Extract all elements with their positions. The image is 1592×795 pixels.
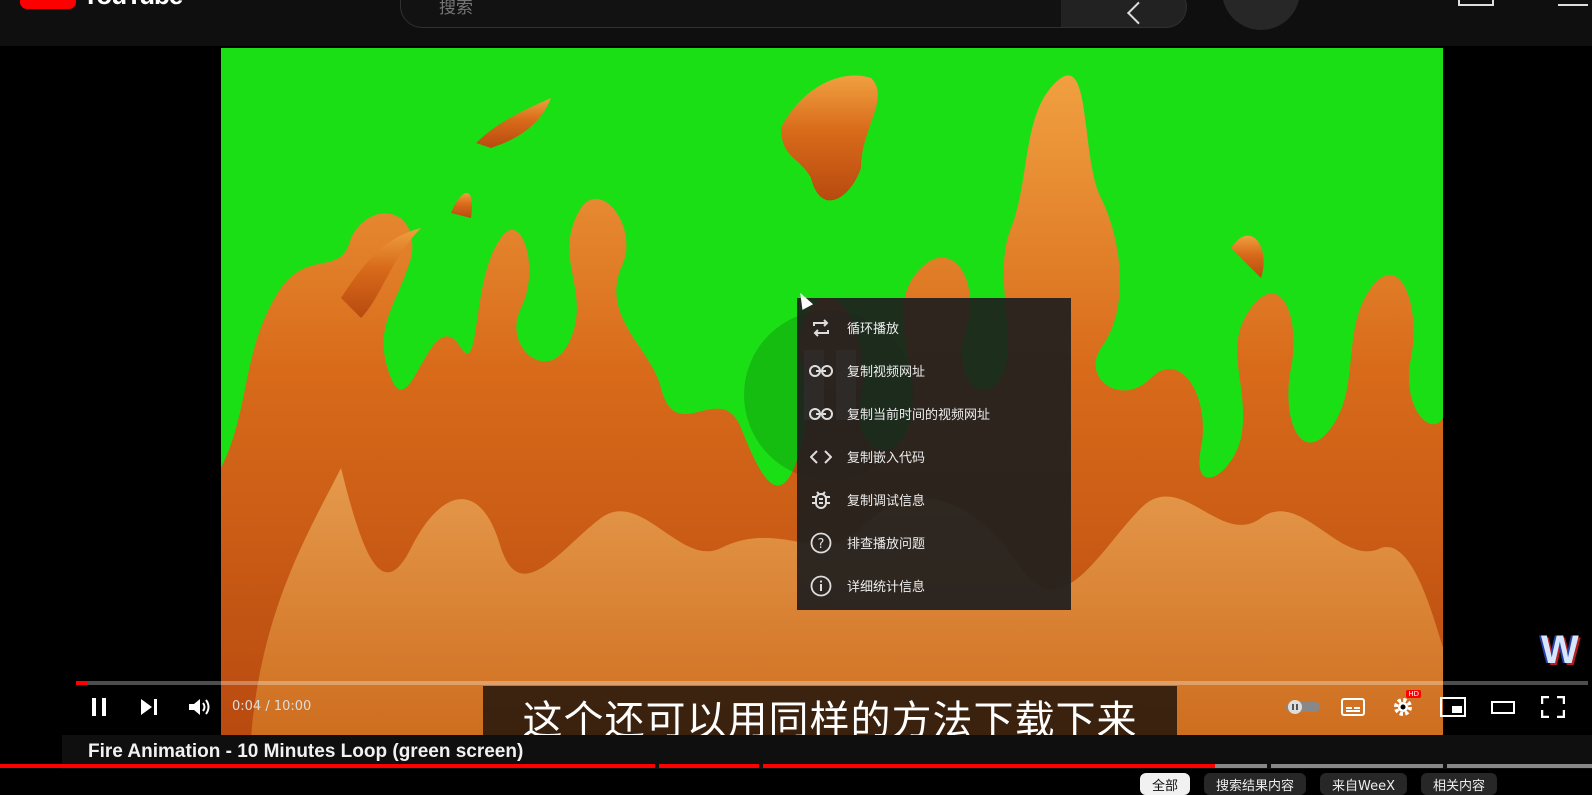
next-button[interactable]: [136, 688, 162, 726]
search-input[interactable]: [437, 0, 1041, 29]
subtitles-button[interactable]: [1338, 688, 1368, 726]
video-player[interactable]: W 循环播放 复制视频网址 复制当前时间的视频网址 复制嵌入代码 复制调试信息 …: [0, 46, 1592, 764]
context-menu-label: 复制调试信息: [847, 494, 926, 509]
context-menu-label: 详细统计信息: [847, 580, 926, 595]
pause-button[interactable]: [86, 688, 112, 726]
chip-related[interactable]: 相关内容: [1421, 773, 1498, 795]
time-display: 0:04 / 10:00: [232, 699, 312, 714]
subtitles-icon: [1341, 698, 1365, 716]
miniplayer-button[interactable]: [1438, 688, 1468, 726]
context-menu-loop[interactable]: 循环播放: [797, 306, 1071, 349]
search-box[interactable]: [400, 0, 1062, 29]
context-menu-label: 复制视频网址: [847, 365, 926, 380]
context-menu-stats-for-nerds[interactable]: 详细统计信息: [797, 564, 1071, 607]
context-menu-copy-embed-code[interactable]: 复制嵌入代码: [797, 435, 1071, 478]
chip-all[interactable]: 全部: [1140, 773, 1191, 795]
voice-search-button[interactable]: [1222, 0, 1300, 30]
link-icon: [809, 402, 833, 426]
context-menu-copy-url[interactable]: 复制视频网址: [797, 349, 1071, 392]
logo-text: YouTube: [82, 0, 183, 11]
hd-badge: HD: [1406, 690, 1421, 698]
progress-bar[interactable]: [76, 681, 1588, 685]
context-menu-copy-debug-info[interactable]: 复制调试信息: [797, 478, 1071, 521]
settings-button[interactable]: HD: [1388, 688, 1421, 726]
miniplayer-icon: [1440, 697, 1466, 717]
youtube-logo[interactable]: YouTube: [20, 0, 183, 11]
help-icon: ?: [809, 531, 833, 555]
link-icon: [809, 359, 833, 383]
bug-icon: [809, 488, 833, 512]
mute-button[interactable]: [186, 688, 214, 726]
chip-from-channel[interactable]: 来自WeeX: [1320, 773, 1408, 795]
chapter-segments-bar: [0, 764, 1592, 768]
context-menu-troubleshoot[interactable]: ? 排查播放问题: [797, 521, 1071, 564]
context-menu-label: 复制嵌入代码: [847, 451, 926, 466]
theater-mode-button[interactable]: [1488, 688, 1518, 726]
context-menu-label: 循环播放: [847, 322, 900, 337]
watermark-logo: W: [1541, 628, 1579, 672]
notifications-icon[interactable]: [1558, 0, 1588, 6]
fullscreen-button[interactable]: [1538, 688, 1568, 726]
loop-icon: [809, 316, 833, 340]
autoplay-toggle[interactable]: [1283, 688, 1323, 726]
search-button[interactable]: [1061, 0, 1187, 28]
info-icon: [809, 574, 833, 598]
gear-icon: [1394, 698, 1412, 716]
youtube-logo-icon: [20, 0, 76, 9]
chip-search-results[interactable]: 搜索结果内容: [1204, 773, 1307, 795]
pause-icon: [92, 698, 106, 716]
search-icon: [1127, 1, 1150, 25]
code-icon: [809, 445, 833, 469]
fullscreen-icon: [1541, 696, 1565, 718]
context-menu-label: 复制当前时间的视频网址: [847, 408, 991, 423]
next-icon: [141, 699, 157, 715]
filter-chips: 全部 搜索结果内容 来自WeeX 相关内容: [1140, 773, 1498, 795]
create-icon[interactable]: [1458, 0, 1494, 6]
theater-mode-icon: [1491, 701, 1515, 714]
context-menu-label: 排查播放问题: [847, 537, 926, 552]
autoplay-toggle-icon: [1286, 700, 1320, 714]
top-bar: YouTube: [0, 0, 1592, 46]
context-menu-copy-url-at-time[interactable]: 复制当前时间的视频网址: [797, 392, 1071, 435]
svg-text:?: ?: [818, 537, 825, 552]
player-context-menu: 循环播放 复制视频网址 复制当前时间的视频网址 复制嵌入代码 复制调试信息 ? …: [797, 298, 1071, 610]
volume-icon: [189, 699, 210, 715]
video-title: Fire Animation - 10 Minutes Loop (green …: [88, 741, 524, 762]
progress-bar-played: [76, 681, 87, 685]
